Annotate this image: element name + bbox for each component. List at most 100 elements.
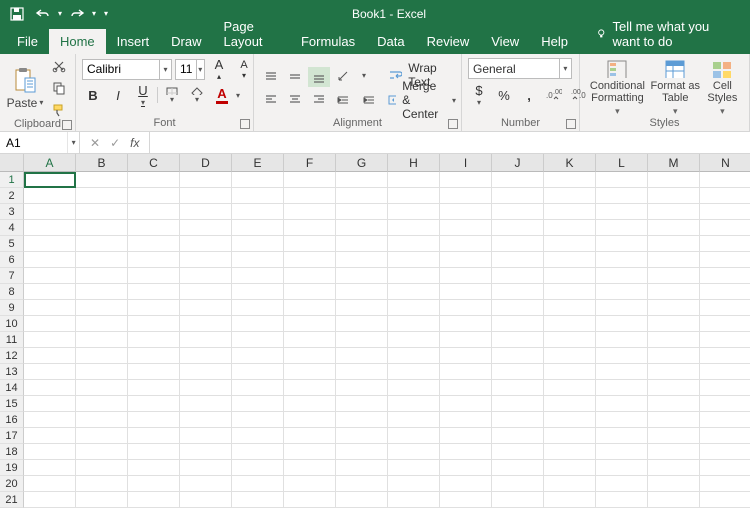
cell[interactable] — [128, 252, 180, 268]
cell[interactable] — [128, 444, 180, 460]
cell[interactable] — [336, 348, 388, 364]
tab-data[interactable]: Data — [366, 29, 415, 54]
cell[interactable] — [440, 300, 492, 316]
cell[interactable] — [232, 268, 284, 284]
tab-formulas[interactable]: Formulas — [290, 29, 366, 54]
cell[interactable] — [440, 316, 492, 332]
cell[interactable] — [388, 316, 440, 332]
cell[interactable] — [76, 460, 128, 476]
number-launcher[interactable] — [566, 119, 576, 129]
column-header[interactable]: D — [180, 154, 232, 172]
cell[interactable] — [492, 188, 544, 204]
cell[interactable] — [388, 348, 440, 364]
cell[interactable] — [544, 492, 596, 508]
cell[interactable] — [24, 476, 76, 492]
cell[interactable] — [388, 172, 440, 188]
cell[interactable] — [596, 284, 648, 300]
cell[interactable] — [544, 252, 596, 268]
cell[interactable] — [284, 492, 336, 508]
cell[interactable] — [180, 348, 232, 364]
cell[interactable] — [440, 380, 492, 396]
cell[interactable] — [180, 284, 232, 300]
cell[interactable] — [180, 380, 232, 396]
font-name-input[interactable] — [83, 60, 159, 78]
cell[interactable] — [700, 476, 750, 492]
row-header[interactable]: 4 — [0, 220, 24, 236]
cell[interactable] — [388, 476, 440, 492]
chevron-down-icon[interactable]: ▾ — [236, 91, 240, 100]
align-right-button[interactable] — [308, 89, 330, 109]
cell[interactable] — [24, 236, 76, 252]
column-header[interactable]: F — [284, 154, 336, 172]
cell[interactable] — [648, 492, 700, 508]
cell[interactable] — [336, 188, 388, 204]
cell[interactable] — [544, 428, 596, 444]
cell[interactable] — [284, 412, 336, 428]
cell[interactable] — [700, 172, 750, 188]
cell[interactable] — [440, 284, 492, 300]
cell[interactable] — [24, 220, 76, 236]
tab-draw[interactable]: Draw — [160, 29, 212, 54]
row-header[interactable]: 19 — [0, 460, 24, 476]
cell[interactable] — [492, 428, 544, 444]
cell[interactable] — [700, 284, 750, 300]
cell[interactable] — [24, 348, 76, 364]
cell[interactable] — [232, 396, 284, 412]
borders-button[interactable]: ▾ — [161, 85, 183, 105]
cell[interactable] — [388, 396, 440, 412]
row-header[interactable]: 5 — [0, 236, 24, 252]
cell[interactable] — [180, 172, 232, 188]
cell[interactable] — [128, 492, 180, 508]
increase-indent-button[interactable] — [362, 93, 382, 107]
column-header[interactable]: G — [336, 154, 388, 172]
conditional-formatting-button[interactable]: Conditional Formatting▾ — [586, 59, 649, 117]
row-header[interactable]: 16 — [0, 412, 24, 428]
tab-help[interactable]: Help — [530, 29, 579, 54]
cell[interactable] — [440, 348, 492, 364]
copy-button[interactable] — [50, 80, 68, 96]
cell[interactable] — [128, 348, 180, 364]
cell[interactable] — [440, 412, 492, 428]
cell[interactable] — [76, 444, 128, 460]
cell[interactable] — [596, 396, 648, 412]
cell[interactable] — [284, 476, 336, 492]
cell[interactable] — [388, 220, 440, 236]
row-header[interactable]: 6 — [0, 252, 24, 268]
row-header[interactable]: 17 — [0, 428, 24, 444]
cell[interactable] — [336, 316, 388, 332]
cell[interactable] — [492, 364, 544, 380]
tab-review[interactable]: Review — [416, 29, 481, 54]
cell[interactable] — [76, 412, 128, 428]
cell[interactable] — [388, 188, 440, 204]
cell[interactable] — [700, 204, 750, 220]
cell[interactable] — [700, 460, 750, 476]
cell[interactable] — [24, 428, 76, 444]
cell[interactable] — [544, 348, 596, 364]
cell[interactable] — [24, 332, 76, 348]
chevron-down-icon[interactable]: ▾ — [362, 71, 366, 80]
cell[interactable] — [232, 492, 284, 508]
row-header[interactable]: 13 — [0, 364, 24, 380]
cell[interactable] — [596, 332, 648, 348]
cell[interactable] — [648, 364, 700, 380]
column-header[interactable]: E — [232, 154, 284, 172]
cell[interactable] — [544, 268, 596, 284]
cell[interactable] — [440, 364, 492, 380]
cell[interactable] — [492, 172, 544, 188]
chevron-down-icon[interactable]: ▾ — [58, 9, 62, 18]
cell[interactable] — [388, 204, 440, 220]
format-painter-button[interactable] — [50, 102, 68, 118]
cell[interactable] — [284, 460, 336, 476]
cell[interactable] — [128, 380, 180, 396]
tell-me-search[interactable]: Tell me what you want to do — [585, 14, 744, 54]
cell[interactable] — [128, 268, 180, 284]
cell[interactable] — [596, 300, 648, 316]
cancel-formula-icon[interactable]: ✕ — [90, 136, 100, 150]
cell[interactable] — [336, 332, 388, 348]
cell[interactable] — [388, 268, 440, 284]
cell[interactable] — [544, 444, 596, 460]
row-header[interactable]: 3 — [0, 204, 24, 220]
cell[interactable] — [180, 412, 232, 428]
cell[interactable] — [648, 252, 700, 268]
cut-button[interactable] — [50, 58, 68, 74]
